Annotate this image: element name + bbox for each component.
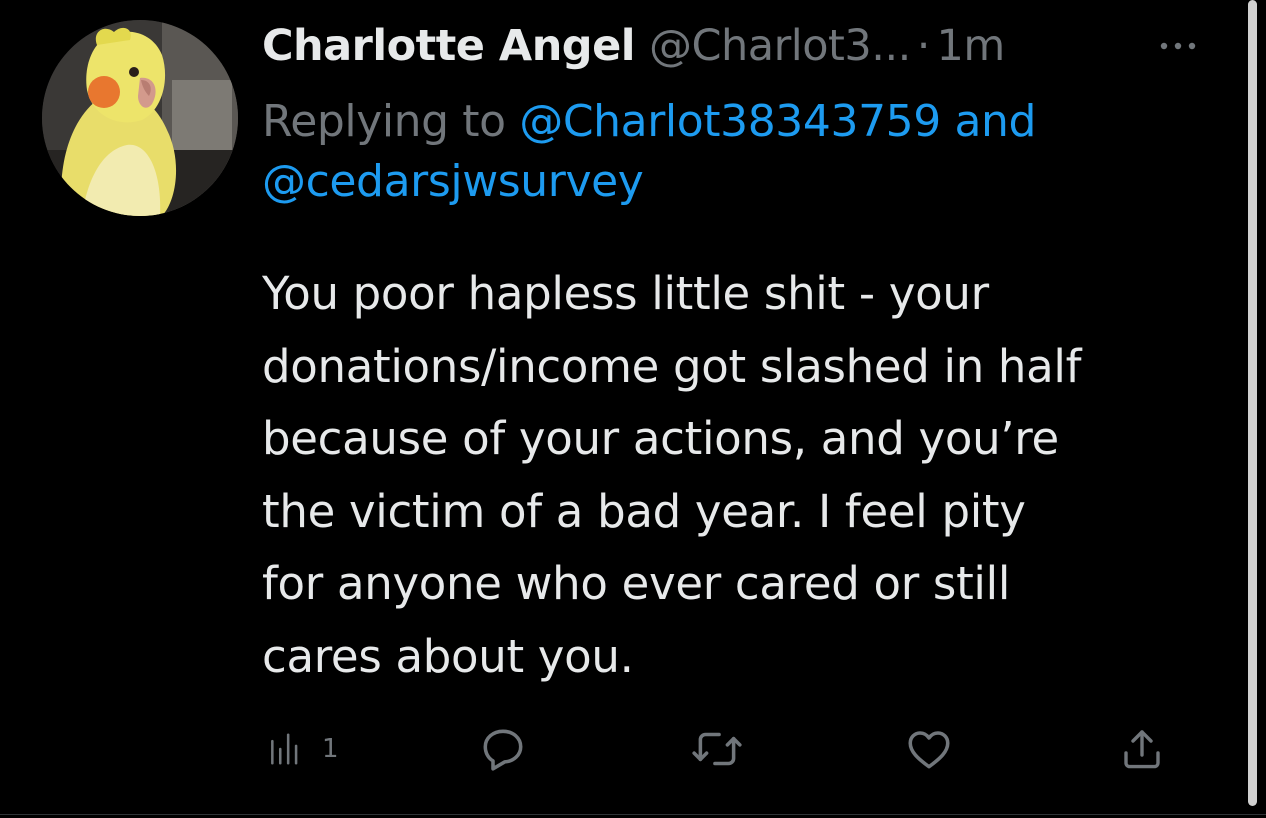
reply-icon [483, 729, 523, 771]
retweet-icon [692, 732, 742, 766]
views-button[interactable]: 1 [266, 722, 339, 776]
user-handle[interactable]: @Charlot3... [649, 18, 911, 74]
reply-button[interactable] [478, 722, 528, 776]
action-bar: 1 [262, 722, 1182, 776]
analytics-icon [271, 733, 298, 765]
replying-to-prefix: Replying to [262, 96, 520, 147]
separator-dot: · [916, 21, 931, 71]
scrollbar[interactable] [1248, 0, 1257, 806]
share-button[interactable] [1118, 722, 1166, 776]
share-icon [1124, 730, 1160, 769]
mention-link-2[interactable]: @cedarsjwsurvey [262, 156, 644, 207]
replying-to: Replying to @Charlot38343759 and @cedarsj… [262, 92, 1222, 212]
timestamp[interactable]: 1m [936, 18, 1005, 74]
mention-link-1[interactable]: @Charlot38343759 [519, 96, 941, 147]
tweet[interactable]: Charlotte Angel @Charlot3... · 1m Replyi… [0, 0, 1266, 818]
more-horizontal-icon[interactable] [1152, 26, 1204, 66]
like-button[interactable] [904, 722, 954, 776]
tweet-text: You poor hapless little shit - your dona… [262, 267, 1082, 683]
avatar[interactable] [42, 20, 238, 216]
tweet-header: Charlotte Angel @Charlot3... · 1m [262, 18, 1005, 74]
display-name[interactable]: Charlotte Angel [262, 18, 636, 74]
replying-to-joiner[interactable]: and [941, 96, 1036, 147]
more-dots-graphic [1160, 42, 1196, 50]
retweet-button[interactable] [690, 722, 744, 776]
heart-icon [908, 731, 950, 769]
divider [0, 814, 1266, 815]
avatar-cockatiel-image [42, 20, 238, 216]
views-count: 1 [322, 734, 339, 764]
